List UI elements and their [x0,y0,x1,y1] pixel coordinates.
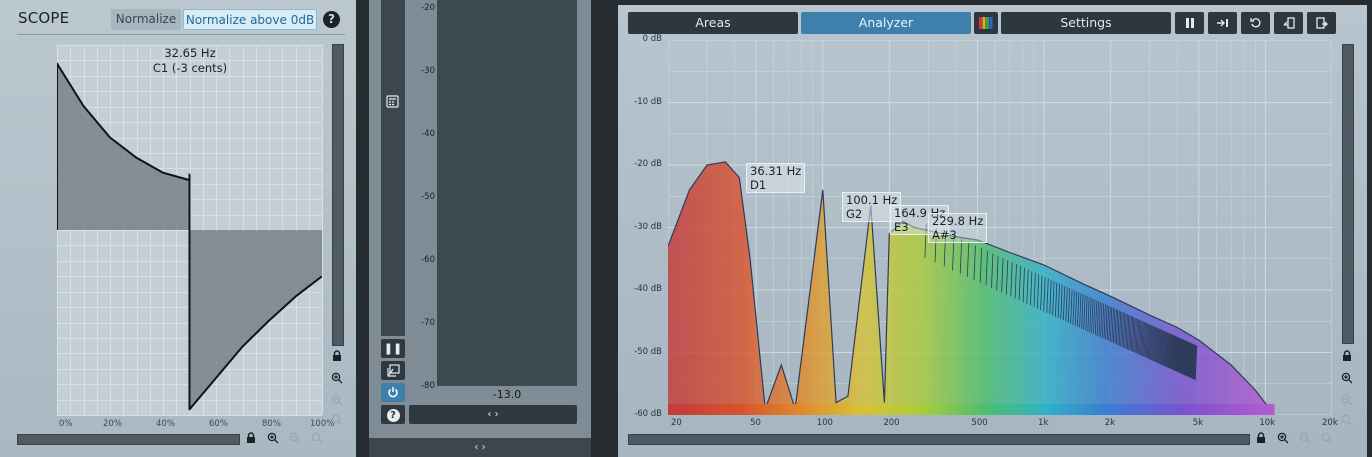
color-mode-button[interactable] [974,12,998,34]
peak-label: 36.31 Hz D1 [746,163,806,193]
reset-icon [1249,18,1261,28]
peak-label: 229.8 Hz A#3 [928,213,988,243]
analyzer-y-tick: -50 dB [634,346,662,357]
bottom-expand-button[interactable]: ‹ › [369,438,591,457]
zoom-reset-icon[interactable] [1321,432,1333,444]
tab-settings[interactable]: Settings [1001,12,1171,34]
spectrum-area [668,161,1275,415]
scope-readout-frequency: 32.65 Hz [164,46,216,60]
scope-x-tick: 0% [59,419,73,429]
analyzer-y-tick: 0 dB [642,34,662,44]
meter-mode-button[interactable] [381,361,405,380]
scope-fill-negative [189,230,322,410]
analyzer-x-tick: 50 [750,418,761,428]
spectrum-plot[interactable] [668,40,1332,415]
normalize-button[interactable]: Normalize [111,9,181,30]
analyzer-y-tick: -60 dB [634,409,662,419]
meter-readout: -13.0 [492,388,522,401]
analyzer-x-tick: 1k [1038,418,1049,428]
zoom-reset-icon[interactable] [1341,414,1353,426]
scope-waveform [57,62,322,411]
zoom-reset-icon[interactable] [311,432,323,444]
help-icon[interactable]: ? [323,11,340,28]
meter-db-tick: -30 [421,66,435,76]
analyzer-x-tick: 20k [1322,418,1338,428]
spectrum-chart [668,40,1332,415]
power-icon [388,387,398,398]
meter-db-tick: -50 [421,192,435,202]
scope-x-tick: 20% [103,419,122,429]
meter-left-strip [381,0,405,336]
zoom-in-icon[interactable] [1341,372,1353,384]
analyzer-x-tick: 2k [1104,418,1115,428]
undo-button[interactable] [1274,12,1303,34]
analyzer-y-tick: -20 dB [634,159,662,169]
pause-button[interactable]: ❚❚ [381,339,405,358]
spectrum-color-strip [668,404,1275,415]
meter-db-tick: -70 [421,318,435,328]
reset-button[interactable] [1241,12,1270,34]
meter-db-tick: -80 [421,381,435,391]
level-meter[interactable] [437,0,577,386]
meter-db-tick: -20 [421,3,435,13]
expand-button[interactable]: ‹ › [409,405,577,424]
zoom-out-icon[interactable] [289,432,301,444]
zoom-out-icon[interactable] [331,394,343,406]
spectrum-colors-icon [979,17,993,29]
scope-x-tick: 60% [209,419,228,429]
step-forward-icon [1216,19,1228,27]
lock-icon[interactable] [1255,432,1267,444]
analyzer-y-tick: -10 dB [634,96,662,107]
zoom-reset-icon[interactable] [331,414,343,426]
scope-divider [17,34,345,35]
step-forward-button[interactable] [1208,12,1237,34]
lock-icon[interactable] [1341,350,1353,362]
bypass-button[interactable] [381,383,405,402]
scope-title: SCOPE [18,9,70,27]
scope-vertical-scrollbar[interactable] [332,44,344,346]
scope-readout-note: C1 (-3 cents) [152,61,228,75]
analyzer-x-tick: 500 [971,418,988,428]
analyzer-x-tick: 100 [816,418,833,428]
calculator-icon[interactable] [386,95,399,108]
zoom-out-icon[interactable] [1341,394,1353,406]
lock-icon[interactable] [245,432,257,444]
scope-x-tick: 40% [156,419,175,429]
analyzer-y-tick: -40 dB [634,284,662,294]
analyzer-x-tick: 5k [1192,418,1204,428]
window-icon [386,364,400,377]
tab-areas[interactable]: Areas [628,12,798,34]
meter-db-tick: -60 [421,255,435,265]
zoom-in-icon[interactable] [1277,432,1289,444]
meter-help-button[interactable]: ? [381,405,405,424]
scope-horizontal-scrollbar[interactable] [17,434,240,445]
analyzer-pause-button[interactable] [1175,12,1204,34]
analyzer-x-tick: 200 [883,418,900,428]
help-icon: ? [386,409,400,422]
analyzer-x-tick: 10k [1259,418,1276,428]
scope-grid-line [57,415,322,416]
pause-icon [1185,18,1194,28]
undo-icon [1283,17,1295,29]
zoom-out-icon[interactable] [1299,432,1311,444]
scope-x-tick: 80% [262,419,281,429]
normalize-above-0db-button[interactable]: Normalize above 0dB [183,9,317,30]
analyzer-vertical-scrollbar[interactable] [1342,44,1354,344]
tab-analyzer[interactable]: Analyzer [801,12,971,34]
scope-grid-line [322,45,323,415]
scope-plot-area[interactable] [57,45,323,416]
zoom-in-icon[interactable] [267,432,279,444]
analyzer-y-tick: -30 dB [634,221,662,232]
export-icon [1315,17,1328,29]
export-button[interactable] [1307,12,1336,34]
analyzer-horizontal-scrollbar[interactable] [628,434,1250,445]
zoom-in-icon[interactable] [331,372,343,384]
lock-icon[interactable] [331,350,343,362]
analyzer-x-tick: 20 [671,418,682,428]
meter-db-tick: -40 [421,129,435,139]
